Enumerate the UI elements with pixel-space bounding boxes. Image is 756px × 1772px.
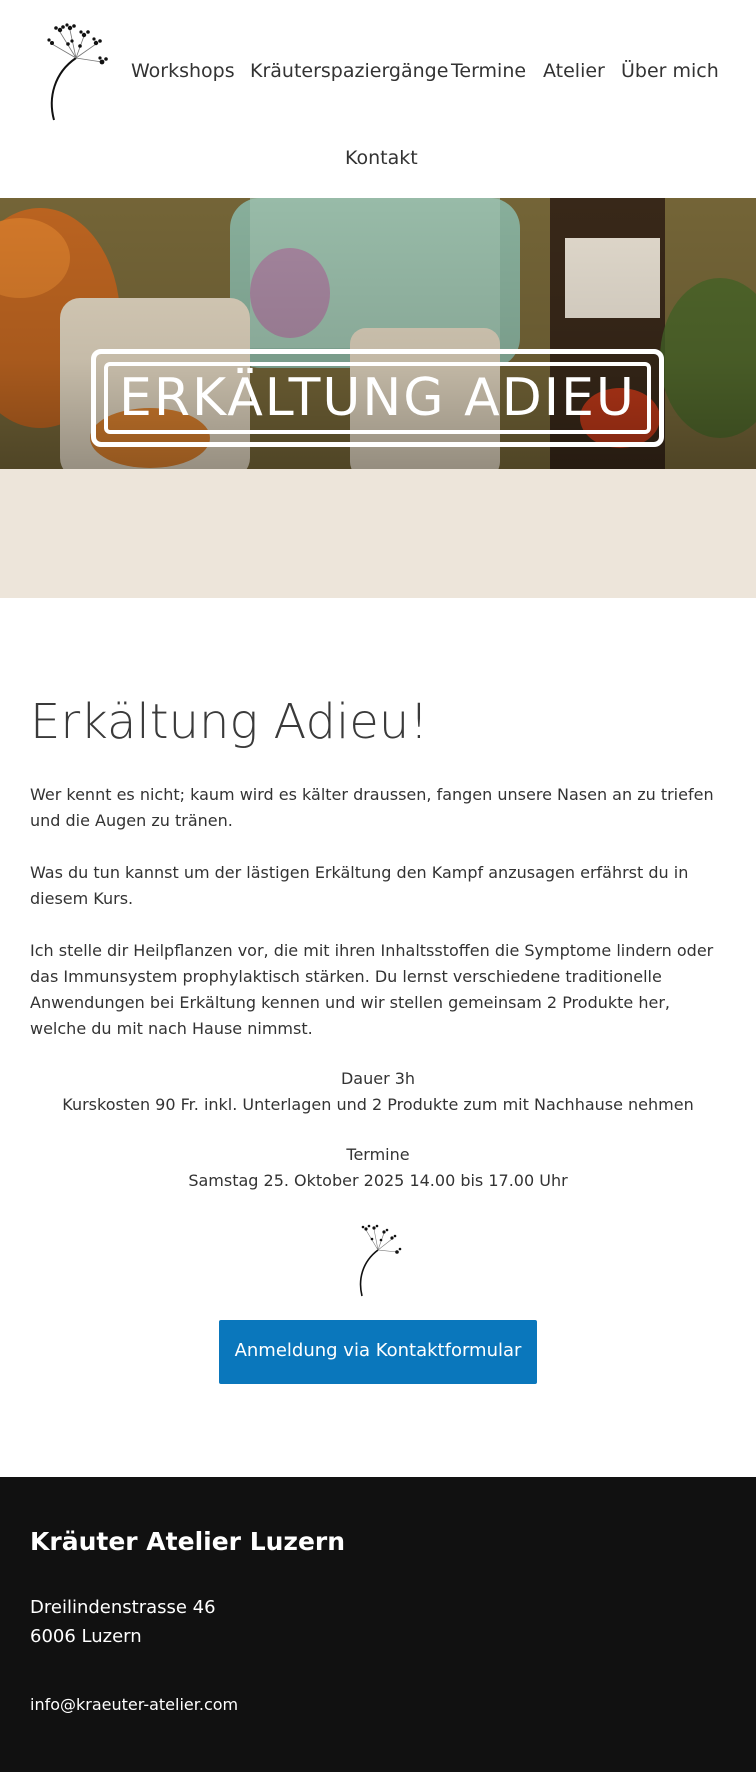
course-info: Dauer 3h Kurskosten 90 Fr. inkl. Unterla… <box>30 1066 726 1118</box>
footer-street: Dreilindenstrasse 46 <box>30 1597 216 1618</box>
main-nav: Workshops Kräuterspaziergänge Termine At… <box>0 0 756 198</box>
main-content: Erkältung Adieu! Wer kennt es nicht; kau… <box>0 598 756 1384</box>
page-title: Erkältung Adieu! <box>30 694 429 750</box>
nav-atelier[interactable]: Atelier <box>543 60 605 82</box>
beige-band <box>0 469 756 598</box>
course-paragraph: Was du tun kannst um der lästigen Erkält… <box>30 862 689 908</box>
hero-title: ERKÄLTUNG ADIEU <box>119 368 636 428</box>
register-button[interactable]: Anmeldung via Kontaktformular <box>219 1319 537 1384</box>
nav-kraeuterspaziergaenge[interactable]: Kräuterspaziergänge <box>250 60 448 82</box>
dates-block: Termine Samstag 25. Oktober 2025 14.00 b… <box>30 1142 726 1194</box>
hero-banner: ERKÄLTUNG ADIEU <box>0 198 756 469</box>
nav-kontakt[interactable]: Kontakt <box>345 147 418 169</box>
intro-paragraph: Wer kennt es nicht; kaum wird es kälter … <box>30 784 714 830</box>
details-paragraph: Ich stelle dir Heilpflanzen vor, die mit… <box>30 940 714 1038</box>
nav-ueber-mich[interactable]: Über mich <box>621 60 719 82</box>
cost-text: Kurskosten 90 Fr. inkl. Unterlagen und 2… <box>62 1094 694 1114</box>
nav-termine[interactable]: Termine <box>451 60 526 82</box>
herb-divider-icon <box>359 1224 402 1296</box>
footer-city: 6006 Luzern <box>30 1626 142 1647</box>
date-text: Samstag 25. Oktober 2025 14.00 bis 17.00… <box>188 1170 568 1190</box>
site-footer: Kräuter Atelier Luzern Dreilindenstrasse… <box>0 1477 756 1772</box>
hero-title-frame: ERKÄLTUNG ADIEU <box>91 349 664 447</box>
dates-heading: Termine <box>346 1144 410 1164</box>
duration-text: Dauer 3h <box>340 1068 416 1088</box>
cta-wrapper: Anmeldung via Kontaktformular <box>30 1319 726 1384</box>
nav-workshops[interactable]: Workshops <box>131 60 235 82</box>
footer-title: Kräuter Atelier Luzern <box>30 1527 346 1556</box>
site-header: Workshops Kräuterspaziergänge Termine At… <box>0 0 756 198</box>
footer-email-link[interactable]: info@kraeuter-atelier.com <box>30 1695 238 1714</box>
hero-title-inner-frame: ERKÄLTUNG ADIEU <box>104 362 651 434</box>
